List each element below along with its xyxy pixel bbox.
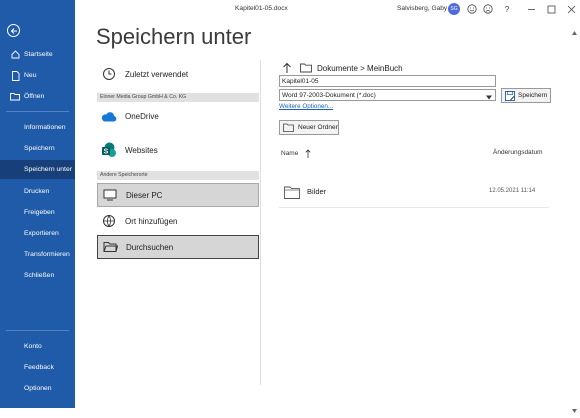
sharepoint-icon: S — [101, 142, 117, 158]
backstage-sidebar: Startseite Neu Öffnen Informationen Spei… — [0, 0, 75, 408]
document-title: Kapitel01-05.docx — [235, 5, 288, 12]
computer-icon — [102, 187, 118, 203]
file-row[interactable]: Bilder 12.05.2021 11:14 — [279, 178, 549, 208]
nav-label: Exportieren — [24, 230, 59, 237]
new-document-icon — [10, 70, 20, 81]
folder-icon — [300, 63, 312, 73]
onedrive-cloud-icon — [101, 108, 117, 124]
column-name-label: Name — [281, 150, 299, 158]
location-this-pc[interactable]: Dieser PC — [97, 183, 259, 207]
nav-label: Speichern unter — [24, 166, 72, 173]
nav-neu[interactable]: Neu — [0, 66, 75, 85]
nav-freigeben[interactable]: Freigeben — [0, 203, 75, 222]
breadcrumb: Dokumente > MeinBuch — [282, 61, 403, 75]
home-icon — [10, 50, 20, 60]
minimize-icon[interactable] — [525, 3, 537, 15]
file-name: Bilder — [307, 187, 327, 196]
scroll-down-icon — [572, 400, 577, 413]
chevron-down-icon — [486, 93, 492, 100]
filetype-value: Word 97-2003-Dokument (*.doc) — [282, 92, 376, 99]
nav-oeffnen[interactable]: Öffnen — [0, 87, 75, 106]
nav-label: Neu — [24, 72, 37, 79]
nav-konto[interactable]: Konto — [0, 337, 75, 356]
nav-optionen[interactable]: Optionen — [0, 379, 75, 398]
nav-speichern[interactable]: Speichern — [0, 139, 75, 158]
new-folder-label: Neuer Ordner — [298, 124, 338, 131]
location-label: Zuletzt verwendet — [125, 69, 189, 79]
open-folder-icon — [10, 92, 20, 102]
nav-label: Transformieren — [24, 251, 70, 258]
location-browse[interactable]: Durchsuchen — [97, 235, 259, 259]
nav-label: Freigeben — [24, 209, 55, 216]
new-folder-icon — [283, 123, 294, 132]
nav-label: Öffnen — [24, 93, 45, 100]
back-arrow-icon[interactable] — [7, 24, 20, 37]
new-folder-button[interactable]: Neuer Ordner — [279, 120, 339, 135]
avatar[interactable]: SG — [448, 3, 460, 15]
nav-label: Informationen — [24, 124, 66, 131]
nav-schliessen[interactable]: Schließen — [0, 266, 75, 285]
save-icon — [505, 90, 515, 101]
nav-label: Optionen — [24, 385, 52, 392]
org-group-header: Eloner Media Group GmbH & Co. KG — [97, 93, 259, 102]
column-header-date[interactable]: Änderungsdatum — [493, 149, 543, 156]
nav-label: Feedback — [24, 364, 54, 371]
location-label: Dieser PC — [126, 190, 163, 200]
smiley-happy-icon[interactable] — [466, 3, 478, 15]
title-bar: Kapitel01-05.docx Salvisberg, Gaby SG ? — [75, 0, 580, 18]
column-header-name[interactable]: Name — [281, 149, 311, 158]
folder-icon — [284, 186, 300, 199]
more-options-link[interactable]: Weitere Optionen... — [279, 103, 333, 110]
location-websites[interactable]: S Websites — [97, 138, 259, 162]
nav-exportieren[interactable]: Exportieren — [0, 224, 75, 243]
filename-input[interactable]: Kapitel01-05 — [279, 75, 496, 87]
up-arrow-icon[interactable] — [282, 62, 292, 74]
folder-open-icon — [102, 239, 118, 255]
scroll-up-icon — [572, 22, 577, 35]
save-button-label: Speichern — [518, 92, 548, 99]
file-date: 12.05.2021 11:14 — [489, 188, 536, 194]
location-label: Durchsuchen — [126, 242, 174, 252]
column-divider — [260, 60, 261, 385]
location-onedrive[interactable]: OneDrive — [97, 104, 259, 128]
nav-speichern-unter[interactable]: Speichern unter — [0, 160, 75, 179]
filetype-select[interactable]: Word 97-2003-Dokument (*.doc) — [279, 89, 496, 101]
location-label: Ort hinzufügen — [125, 216, 178, 226]
location-label: OneDrive — [125, 111, 159, 121]
nav-feedback[interactable]: Feedback — [0, 358, 75, 377]
breadcrumb-path[interactable]: Dokumente > MeinBuch — [317, 64, 403, 73]
page-title: Speichern unter — [96, 24, 252, 49]
help-icon[interactable]: ? — [501, 3, 513, 15]
smiley-sad-icon[interactable] — [482, 3, 494, 15]
location-recent[interactable]: Zuletzt verwendet — [97, 62, 259, 86]
nav-transformieren[interactable]: Transformieren — [0, 245, 75, 264]
nav-label: Konto — [24, 343, 42, 350]
nav-label: Speichern — [24, 145, 55, 152]
location-add-place[interactable]: Ort hinzufügen — [97, 209, 259, 233]
nav-separator — [6, 330, 69, 331]
nav-startseite[interactable]: Startseite — [0, 45, 75, 64]
scrollbar[interactable] — [569, 18, 580, 413]
globe-add-icon — [101, 213, 117, 229]
close-icon[interactable] — [565, 3, 577, 15]
clock-icon — [101, 66, 117, 82]
nav-label: Startseite — [24, 51, 53, 58]
nav-informationen[interactable]: Informationen — [0, 118, 75, 137]
other-locations-header: Andere Speicherorte — [97, 171, 259, 180]
nav-label: Drucken — [24, 188, 50, 195]
nav-label: Schließen — [24, 272, 55, 279]
location-label: Websites — [125, 145, 158, 155]
maximize-icon[interactable] — [545, 3, 557, 15]
nav-drucken[interactable]: Drucken — [0, 182, 75, 201]
save-button[interactable]: Speichern — [501, 88, 551, 103]
sort-arrow-icon — [305, 149, 311, 158]
svg-text:S: S — [104, 149, 109, 156]
nav-separator — [6, 111, 69, 112]
user-name[interactable]: Salvisberg, Gaby — [397, 5, 447, 12]
